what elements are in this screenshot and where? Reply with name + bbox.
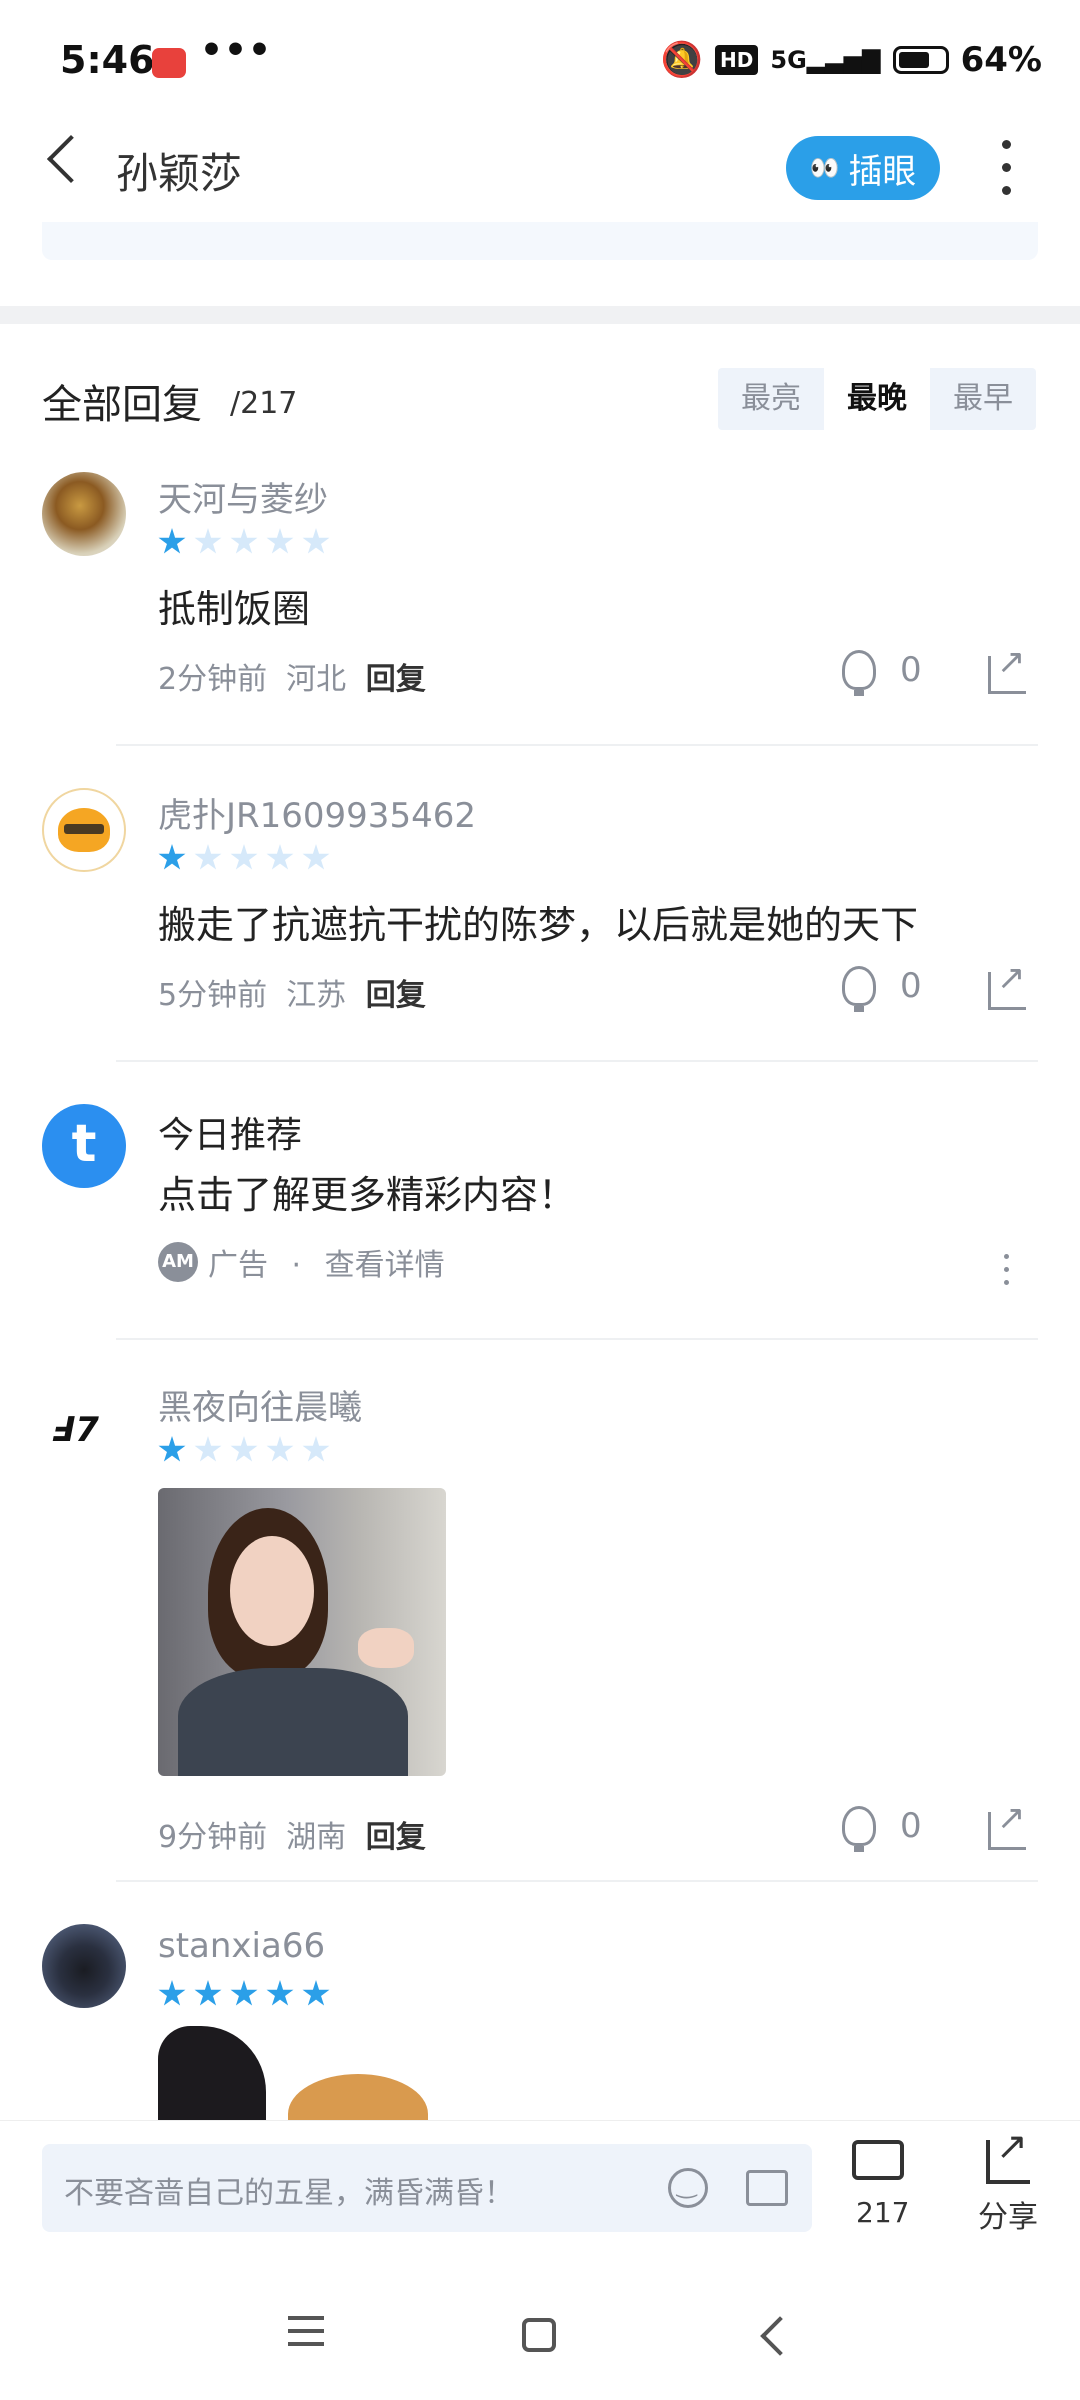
comment-time: 5分钟前 (158, 978, 268, 1013)
back-arrow-icon[interactable] (46, 134, 96, 184)
star-rating (158, 1436, 330, 1464)
divider (116, 1880, 1038, 1882)
comment-location: 江苏 (286, 978, 347, 1013)
ad-badge: AM (158, 1242, 198, 1282)
sort-latest[interactable]: 最晚 (824, 368, 930, 430)
comment-icon[interactable] (852, 2140, 904, 2180)
star-rating (158, 844, 330, 872)
replies-heading: 全部回复 (42, 382, 202, 428)
peek-button[interactable]: 👀 插眼 (786, 136, 940, 200)
like-count: 0 (900, 650, 922, 690)
avatar[interactable] (42, 788, 126, 872)
comment-username[interactable]: 虎扑JR1609935462 (158, 788, 476, 837)
lightbulb-icon (842, 650, 876, 696)
replies-count: /217 (230, 386, 298, 421)
share-label[interactable]: 分享 (978, 2192, 1038, 2236)
ad-logo-icon[interactable]: t (42, 1104, 126, 1188)
hd-icon: HD (715, 45, 759, 75)
signal-icon: 5G▂▃▅▇ (770, 46, 881, 74)
notification-app-icon (152, 48, 186, 78)
sort-tabs: 最亮 最晚 最早 (718, 368, 1036, 430)
comment-username[interactable]: 黑夜向往晨曦 (158, 1380, 362, 1429)
comment-count[interactable]: 217 (856, 2196, 909, 2229)
share-icon[interactable] (988, 1798, 1026, 1850)
comment-time: 2分钟前 (158, 662, 268, 697)
comment-meta: 9分钟前 湖南 回复 (158, 1812, 426, 1856)
post-card-bottom (42, 222, 1038, 260)
peek-label: 插眼 (848, 151, 917, 192)
comment-username[interactable]: stanxia66 (158, 1926, 325, 1966)
comment-location: 河北 (286, 662, 347, 697)
image-icon[interactable] (746, 2170, 788, 2206)
more-options-icon[interactable] (1002, 140, 1012, 195)
comment-text: 抵制饭圈 (158, 587, 311, 631)
lightbulb-icon (842, 1806, 876, 1852)
mute-icon: 🔕 (660, 40, 704, 80)
ad-title[interactable]: 今日推荐 (158, 1106, 302, 1158)
like-button[interactable]: 0 (842, 1806, 922, 1852)
more-notifications-icon: ••• (200, 30, 273, 71)
avatar[interactable] (42, 1924, 126, 2008)
comment-meta: 2分钟前 河北 回复 (158, 654, 426, 698)
star-rating (158, 1980, 330, 2008)
status-right: 🔕 HD 5G▂▃▅▇ 64% (661, 40, 1042, 80)
comment-input-placeholder[interactable]: 不要吝啬自己的五星，满昏满昏！ (64, 2168, 514, 2212)
eyes-icon: 👀 (809, 154, 840, 182)
comment-meta: 5分钟前 江苏 回复 (158, 970, 426, 1014)
page-title: 孙颖莎 (116, 149, 243, 198)
avatar[interactable]: Ⅎ7 (42, 1380, 126, 1464)
system-back-icon[interactable] (760, 2316, 800, 2356)
ad-text[interactable]: 点击了解更多精彩内容！ (158, 1164, 576, 1219)
recent-apps-icon[interactable] (288, 2316, 324, 2346)
ad-label: 广告 (208, 1248, 268, 1283)
comment-username[interactable]: 天河与菱纱 (158, 472, 328, 521)
sort-brightest[interactable]: 最亮 (718, 368, 824, 430)
reply-button[interactable]: 回复 (366, 978, 426, 1013)
comment-image[interactable] (158, 1488, 446, 1776)
battery-level: 64% (960, 40, 1042, 80)
status-time: 5:46 (60, 38, 155, 82)
like-count: 0 (900, 966, 922, 1006)
emoji-icon[interactable] (668, 2168, 708, 2208)
battery-icon (892, 46, 949, 74)
lightbulb-icon (842, 966, 876, 1012)
reply-button[interactable]: 回复 (366, 662, 426, 697)
comment-image[interactable] (158, 2026, 438, 2120)
section-separator (0, 306, 1080, 324)
share-icon[interactable] (988, 958, 1026, 1010)
ad-meta: 广告 · 查看详情 (208, 1248, 445, 1283)
star-rating (158, 528, 330, 556)
ad-detail-link[interactable]: 查看详情 (325, 1248, 445, 1283)
divider (116, 744, 1038, 746)
like-button[interactable]: 0 (842, 650, 922, 696)
comment-location: 湖南 (286, 1820, 347, 1855)
reply-button[interactable]: 回复 (366, 1820, 426, 1855)
comment-text: 搬走了抗遮抗干扰的陈梦，以后就是她的天下 (158, 903, 919, 947)
like-button[interactable]: 0 (842, 966, 922, 1012)
divider (116, 1338, 1038, 1340)
share-icon[interactable] (986, 2124, 1030, 2184)
ad-more-icon[interactable] (1004, 1254, 1009, 1285)
divider (116, 1060, 1038, 1062)
sort-earliest[interactable]: 最早 (930, 368, 1036, 430)
home-icon[interactable] (522, 2318, 556, 2352)
avatar[interactable] (42, 472, 126, 556)
share-icon[interactable] (988, 642, 1026, 694)
comment-time: 9分钟前 (158, 1820, 268, 1855)
like-count: 0 (900, 1806, 922, 1846)
